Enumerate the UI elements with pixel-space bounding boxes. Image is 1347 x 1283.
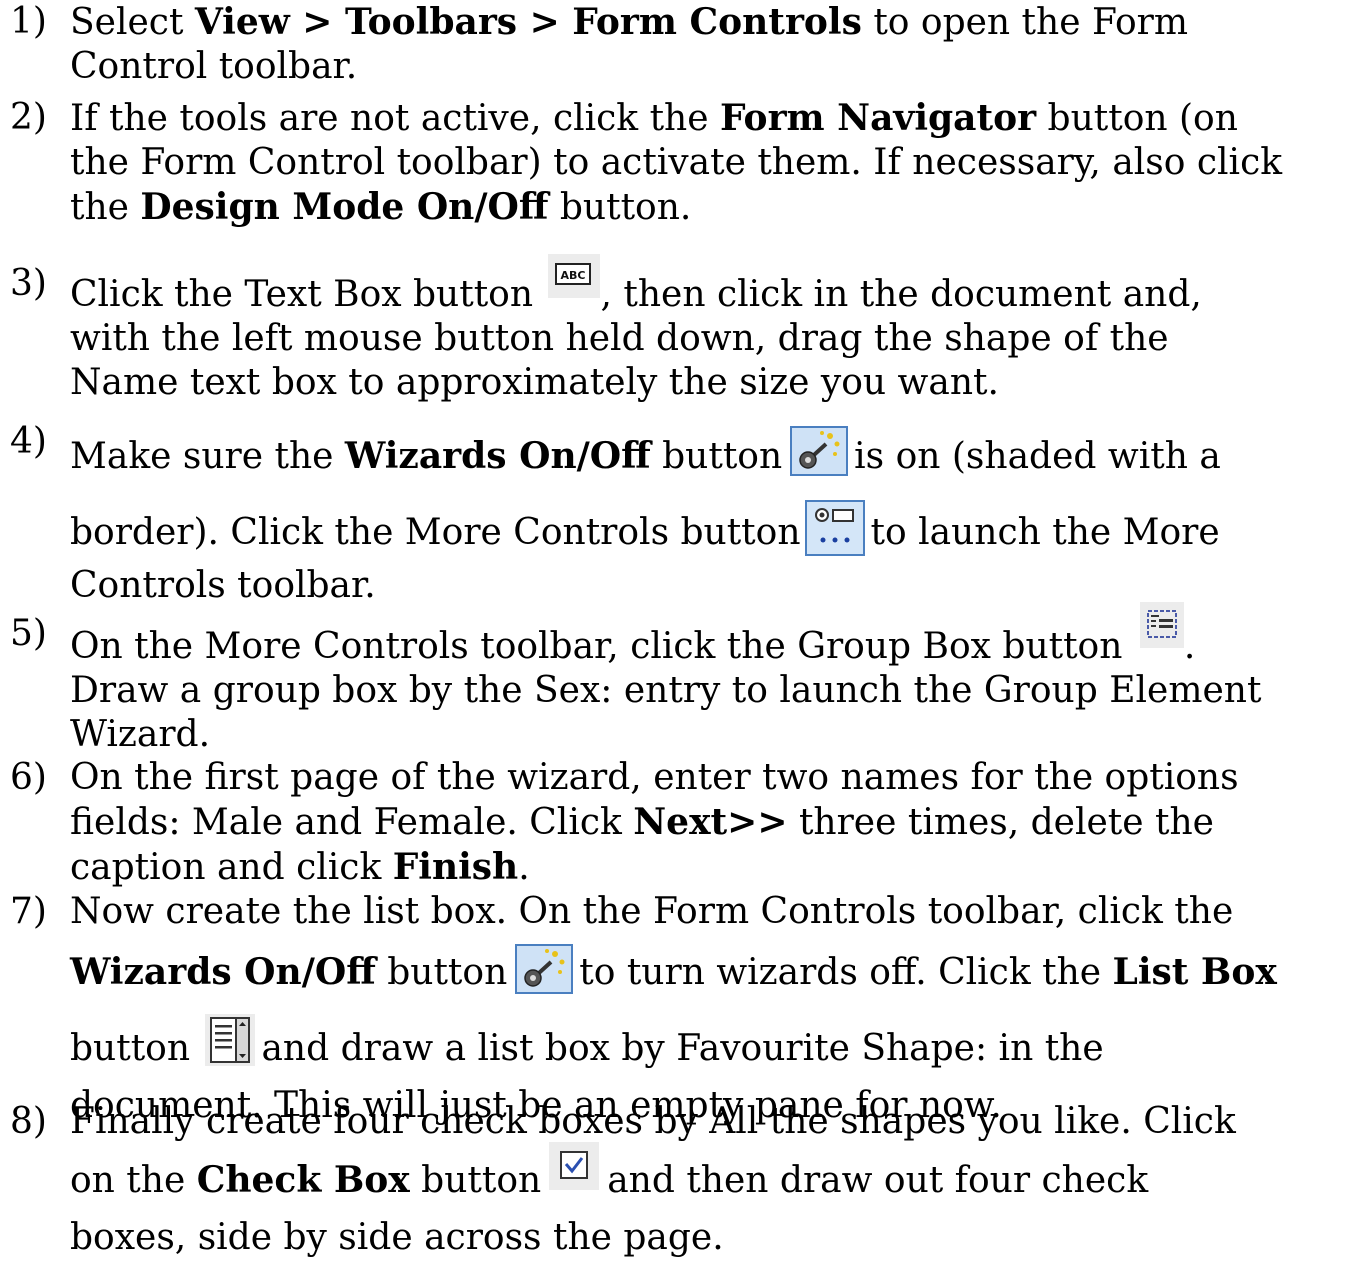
step-number: 1): [10, 1, 47, 42]
step-number: 2): [10, 97, 47, 138]
step-number: 6): [10, 757, 47, 798]
step-text: Make sure the Wizards On/Off button is o…: [70, 418, 1342, 608]
list-box-icon: [205, 1014, 256, 1066]
step-number: 8): [10, 1101, 47, 1142]
step-text: On the More Controls toolbar, click the …: [70, 602, 1342, 757]
check-box-icon: [549, 1142, 600, 1190]
step-text: On the first page of the wizard, enter t…: [70, 757, 1239, 888]
step-text: If the tools are not active, click the F…: [70, 97, 1283, 228]
group-box-icon: [1139, 602, 1184, 648]
step-text: Click the Text Box button ABC , then cli…: [70, 254, 1342, 405]
step-text: Finally create four check boxes by All t…: [70, 1101, 1236, 1258]
more-controls-icon: [804, 500, 865, 556]
wizard-icon: [790, 426, 849, 476]
step-text: Now create the list box. On the Form Con…: [70, 891, 1277, 1126]
step-text: Select View > Toolbars > Form Controls t…: [70, 1, 1188, 87]
step-number: 7): [10, 891, 47, 932]
step-number: 5): [10, 613, 47, 654]
document-page: 1) Select View > Toolbars > Form Control…: [0, 0, 1347, 1283]
wizard-icon: [515, 944, 574, 994]
step-number: 3): [10, 263, 47, 304]
textbox-icon: ABC: [548, 254, 601, 298]
svg-text:ABC: ABC: [561, 269, 586, 282]
step-number: 4): [10, 421, 47, 462]
